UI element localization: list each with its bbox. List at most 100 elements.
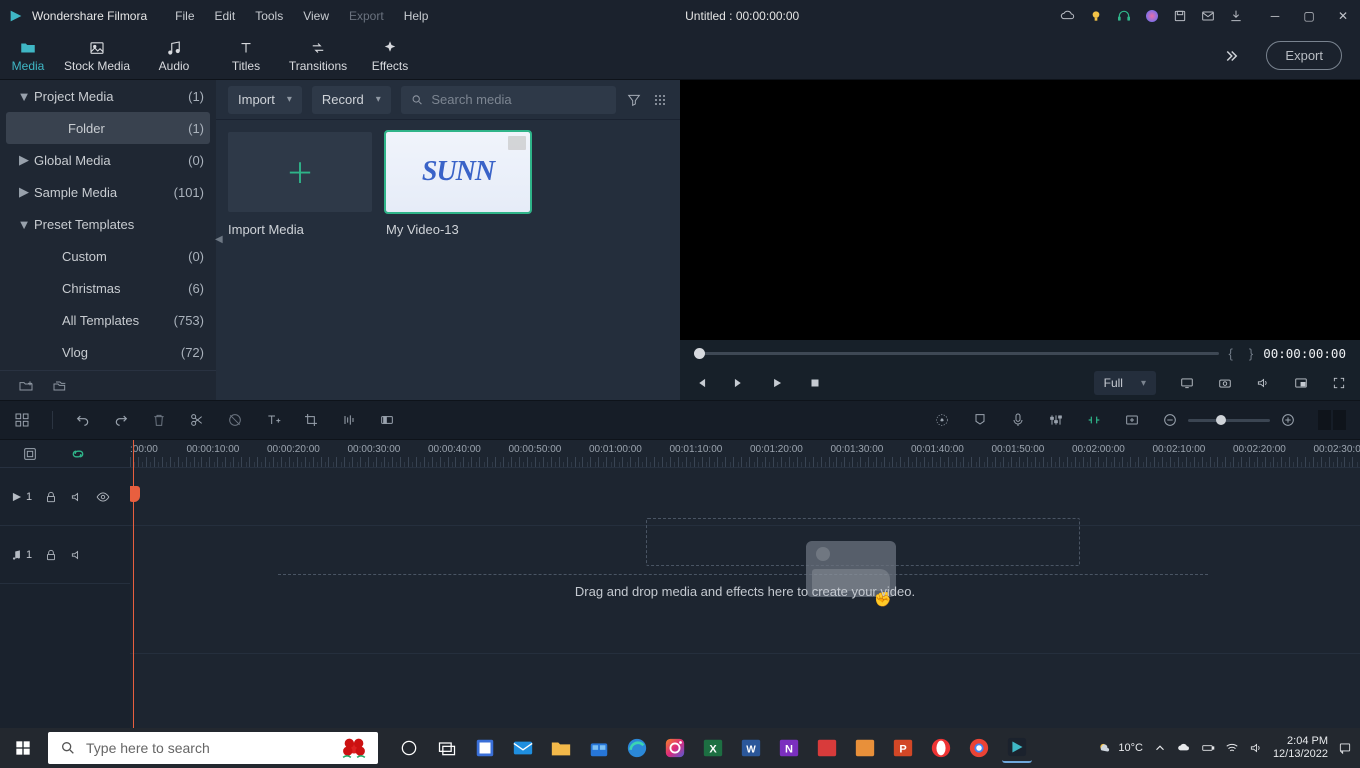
import-media-tile[interactable]: ＋ Import Media: [228, 132, 372, 237]
video-track-lane[interactable]: ✊ Drag and drop media and effects here t…: [130, 468, 1360, 526]
grid-view-icon[interactable]: [652, 92, 668, 108]
tab-transitions[interactable]: Transitions: [282, 32, 354, 80]
menu-view[interactable]: View: [293, 0, 339, 32]
taskbar-app-icon[interactable]: [812, 733, 842, 763]
media-search[interactable]: [401, 86, 616, 114]
more-tabs-icon[interactable]: [1222, 47, 1240, 65]
timeline-zoom-slider[interactable]: [1162, 412, 1296, 428]
taskbar-filmora-icon[interactable]: [1002, 733, 1032, 763]
mic-icon[interactable]: [1010, 412, 1026, 428]
snapshot-icon[interactable]: [1218, 376, 1232, 390]
progress-knob[interactable]: [694, 348, 705, 359]
tray-wifi-icon[interactable]: [1225, 741, 1239, 755]
folders-icon[interactable]: [52, 378, 68, 394]
layout-icon[interactable]: [14, 412, 30, 428]
tray-battery-icon[interactable]: [1201, 741, 1215, 755]
color-icon[interactable]: [379, 412, 395, 428]
filter-icon[interactable]: [626, 92, 642, 108]
taskbar-word-icon[interactable]: W: [736, 733, 766, 763]
taskbar-chrome-icon[interactable]: [964, 733, 994, 763]
media-clip-tile[interactable]: SUNN My Video-13: [386, 132, 530, 237]
preview-progress-track[interactable]: [694, 352, 1219, 355]
taskbar-edge-icon[interactable]: [622, 733, 652, 763]
import-dropdown[interactable]: Import▾: [228, 86, 302, 114]
add-text-icon[interactable]: [265, 412, 281, 428]
zoom-out-icon[interactable]: [1162, 412, 1178, 428]
tray-onedrive-icon[interactable]: [1177, 741, 1191, 755]
record-dropdown[interactable]: Record▾: [312, 86, 391, 114]
mask-icon[interactable]: [227, 412, 243, 428]
tab-titles[interactable]: Titles: [210, 32, 282, 80]
close-button[interactable]: ✕: [1326, 0, 1360, 32]
sidebar-item[interactable]: All Templates(753): [0, 304, 216, 336]
taskbar-search[interactable]: [48, 732, 378, 764]
tracks-settings-icon[interactable]: [22, 446, 38, 462]
mute-icon[interactable]: [70, 490, 84, 504]
tab-stock-media[interactable]: Stock Media: [56, 32, 138, 80]
next-frame-button[interactable]: [732, 376, 746, 390]
monitor-icon[interactable]: [1180, 376, 1194, 390]
taskbar-store-icon[interactable]: [584, 733, 614, 763]
sidebar-item[interactable]: Vlog(72): [0, 336, 216, 368]
pip-icon[interactable]: [1294, 376, 1308, 390]
taskbar-onenote-icon[interactable]: N: [774, 733, 804, 763]
taskbar-opera-icon[interactable]: [926, 733, 956, 763]
sidebar-item[interactable]: Christmas(6): [0, 272, 216, 304]
taskbar-mail-icon[interactable]: [508, 733, 538, 763]
download-icon[interactable]: [1228, 8, 1244, 24]
menu-file[interactable]: File: [165, 0, 204, 32]
stop-button[interactable]: [808, 376, 822, 390]
zoom-in-icon[interactable]: [1280, 412, 1296, 428]
sidebar-item[interactable]: Custom(0): [0, 240, 216, 272]
marker-icon[interactable]: [972, 412, 988, 428]
split-button[interactable]: [189, 412, 205, 428]
lock-icon[interactable]: [44, 548, 58, 562]
sidebar-item[interactable]: ▼Preset Templates: [0, 208, 216, 240]
prev-frame-button[interactable]: [694, 376, 708, 390]
minimize-button[interactable]: ─: [1258, 0, 1292, 32]
playhead[interactable]: [133, 440, 134, 728]
new-folder-icon[interactable]: [18, 378, 34, 394]
link-icon[interactable]: [67, 442, 90, 465]
taskbar-powerpoint-icon[interactable]: P: [888, 733, 918, 763]
menu-help[interactable]: Help: [394, 0, 439, 32]
sidebar-item[interactable]: ▶Global Media(0): [0, 144, 216, 176]
mail-icon[interactable]: [1200, 8, 1216, 24]
tray-chevron-icon[interactable]: [1153, 741, 1167, 755]
play-button[interactable]: [770, 376, 784, 390]
taskbar-explorer-icon[interactable]: [546, 733, 576, 763]
visibility-icon[interactable]: [96, 490, 110, 504]
taskbar-instagram-icon[interactable]: [660, 733, 690, 763]
tray-clock[interactable]: 2:04 PM 12/13/2022: [1273, 735, 1328, 761]
tray-weather[interactable]: 10°C: [1098, 741, 1143, 755]
media-search-input[interactable]: [431, 92, 606, 107]
preview-canvas[interactable]: [680, 80, 1360, 340]
tab-effects[interactable]: Effects: [354, 32, 426, 80]
crop-icon[interactable]: [303, 412, 319, 428]
taskbar-virtual-desktops-icon[interactable]: [432, 733, 462, 763]
start-button[interactable]: [0, 728, 46, 768]
timeline-ruler[interactable]: :00:0000:00:10:0000:00:20:0000:00:30:000…: [130, 440, 1360, 468]
tray-volume-icon[interactable]: [1249, 741, 1263, 755]
headset-icon[interactable]: [1116, 8, 1132, 24]
audio-track-lane[interactable]: [130, 596, 1360, 654]
profile-icon[interactable]: [1144, 8, 1160, 24]
mark-in-out-icon[interactable]: [1086, 412, 1102, 428]
save-icon[interactable]: [1172, 8, 1188, 24]
auto-reframe-icon[interactable]: [934, 412, 950, 428]
taskbar-excel-icon[interactable]: X: [698, 733, 728, 763]
tab-audio[interactable]: Audio: [138, 32, 210, 80]
lock-icon[interactable]: [44, 490, 58, 504]
cloud-icon[interactable]: [1060, 8, 1076, 24]
mixer-icon[interactable]: [1048, 412, 1064, 428]
panel-collapse-icon[interactable]: ◀: [215, 234, 223, 245]
task-view-icon[interactable]: [394, 733, 424, 763]
menu-edit[interactable]: Edit: [205, 0, 246, 32]
timeline-view-toggle[interactable]: [1318, 410, 1346, 430]
fullscreen-icon[interactable]: [1332, 376, 1346, 390]
tray-notifications-icon[interactable]: [1338, 741, 1352, 755]
mute-icon[interactable]: [70, 548, 84, 562]
export-button[interactable]: Export: [1266, 41, 1342, 70]
sidebar-item[interactable]: Folder(1): [6, 112, 210, 144]
maximize-button[interactable]: ▢: [1292, 0, 1326, 32]
